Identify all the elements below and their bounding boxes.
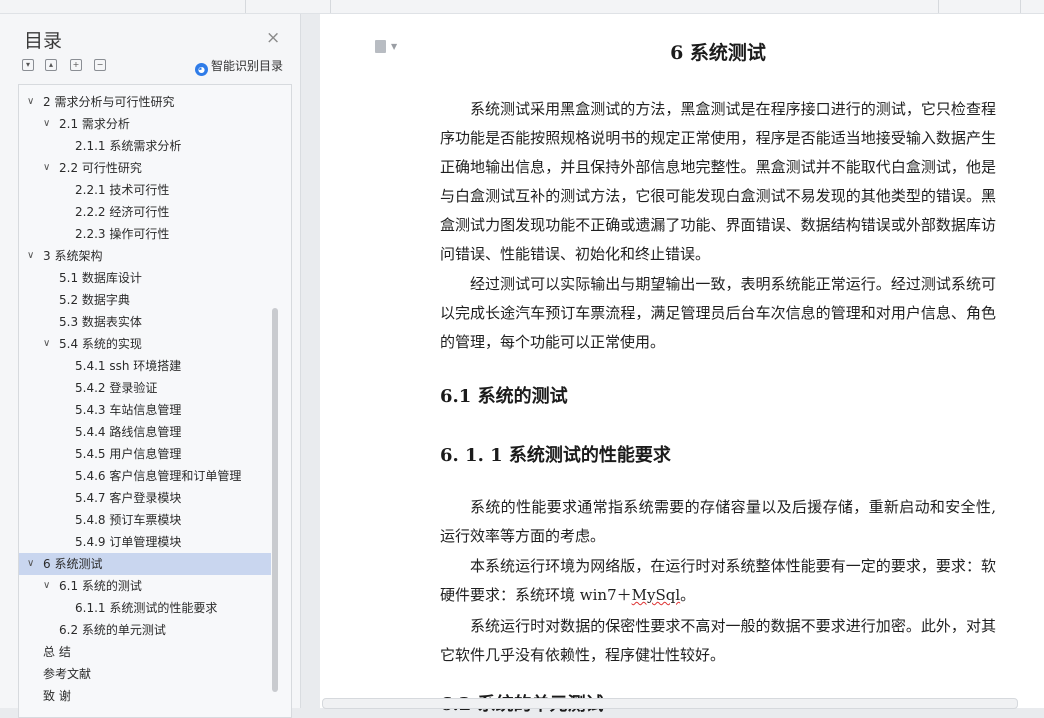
ruler-tick xyxy=(245,0,246,13)
collapse-all-button[interactable]: ▾ xyxy=(22,59,34,71)
toc-item[interactable]: 致 谢 xyxy=(19,685,271,707)
paragraph-2: 经过测试可以实际输出与期望输出一致，表明系统能正常运行。经过测试系统可以完成长途… xyxy=(440,275,996,351)
paragraph-4-text: 本系统运行环境为网络版，在运行时对系统整体性能要有一定的要求，要求：软硬件要求：… xyxy=(440,557,996,604)
ruler-tick xyxy=(1020,0,1021,13)
toc-item[interactable]: 5.4.4 路线信息管理 xyxy=(19,421,271,443)
toc-item-label: 5.4.1 ssh 环境搭建 xyxy=(75,359,182,373)
toc-item-label: 6 系统测试 xyxy=(43,557,103,571)
toc-item[interactable]: 参考文献 xyxy=(19,663,271,685)
chevron-down-icon[interactable]: ∨ xyxy=(27,245,34,267)
toc-item-label: 2.2.3 操作可行性 xyxy=(75,227,170,241)
close-icon[interactable]: × xyxy=(266,28,280,48)
paragraph-5: 系统运行时对数据的保密性要求不高对一般的数据不要求进行加密。此外，对其它软件几乎… xyxy=(440,617,996,664)
smart-toc-label: 智能识别目录 xyxy=(211,59,284,73)
toc-item-label: 5.2 数据字典 xyxy=(59,293,130,307)
paragraph-3: 系统的性能要求通常指系统需要的存储容量以及后援存储，重新启动和安全性,运行效率等… xyxy=(440,498,996,545)
toc-item-label: 2.2 可行性研究 xyxy=(59,161,142,175)
toc-item-label: 致 谢 xyxy=(43,689,71,703)
chevron-down-icon[interactable]: ∨ xyxy=(43,113,50,135)
toc-item[interactable]: ∨ 3 系统架构 xyxy=(19,245,271,267)
toc-item[interactable]: 5.4.1 ssh 环境搭建 xyxy=(19,355,271,377)
chevron-down-icon[interactable]: ∨ xyxy=(27,553,34,575)
toc-scrollbar[interactable] xyxy=(272,308,278,692)
toc-item-label: 5.1 数据库设计 xyxy=(59,271,142,285)
toc-item[interactable]: 5.3 数据表实体 xyxy=(19,311,271,333)
toc-item[interactable]: 5.4.8 预订车票模块 xyxy=(19,509,271,531)
chevron-down-icon[interactable]: ∨ xyxy=(43,575,50,597)
spellcheck-word[interactable]: MySql xyxy=(632,586,681,604)
toc-item-label: 5.4.4 路线信息管理 xyxy=(75,425,182,439)
toc-item-label: 2.1.1 系统需求分析 xyxy=(75,139,182,153)
toc-item-label: 5.4.3 车站信息管理 xyxy=(75,403,182,417)
chevron-down-icon[interactable]: ∨ xyxy=(43,333,50,355)
toc-item[interactable]: ∨ 5.4 系统的实现 xyxy=(19,333,271,355)
toc-item[interactable]: 5.4.9 订单管理模块 xyxy=(19,531,271,553)
toc-item[interactable]: 5.4.5 用户信息管理 xyxy=(19,443,271,465)
toc-item-label: 2.2.2 经济可行性 xyxy=(75,205,170,219)
toc-item[interactable]: 2.2.3 操作可行性 xyxy=(19,223,271,245)
toc-item[interactable]: ∨ 2.1 需求分析 xyxy=(19,113,271,135)
paragraph-1: 系统测试采用黑盒测试的方法，黑盒测试是在程序接口进行的测试，它只检查程序功能是否… xyxy=(440,100,996,263)
toc-item[interactable]: 5.4.7 客户登录模块 xyxy=(19,487,271,509)
toc-item-label: 3 系统架构 xyxy=(43,249,103,263)
toc-item-label: 5.4.7 客户登录模块 xyxy=(75,491,182,505)
toc-navigation-pane: 目录 × ▾ ▴ + − ◕ 智能识别目录 ∨ 2 需求分析与可行性研究 ∨ 2.1 需… xyxy=(0,14,301,718)
toc-item[interactable]: 5.4.3 车站信息管理 xyxy=(19,399,271,421)
toc-item-label: 参考文献 xyxy=(43,667,92,681)
ruler-tick xyxy=(330,0,331,13)
section-heading-6-1: 6.1 系统的测试 xyxy=(440,386,568,407)
section-heading-6-1-1: 6. 1. 1 系统测试的性能要求 xyxy=(440,445,671,466)
toc-item-label: 2 需求分析与可行性研究 xyxy=(43,95,175,109)
toc-item-label: 5.4.8 预订车票模块 xyxy=(75,513,182,527)
toc-item-label: 2.2.1 技术可行性 xyxy=(75,183,170,197)
toc-item-label: 5.3 数据表实体 xyxy=(59,315,142,329)
chapter-heading: 6 系统测试 xyxy=(670,42,766,64)
paragraph-4-end: 。 xyxy=(680,586,696,604)
toc-item[interactable]: 5.2 数据字典 xyxy=(19,289,271,311)
remove-heading-button[interactable]: − xyxy=(94,59,106,71)
toc-item-label: 6.2 系统的单元测试 xyxy=(59,623,166,637)
toc-item[interactable]: 5.4.2 登录验证 xyxy=(19,377,271,399)
toc-item-label: 5.4 系统的实现 xyxy=(59,337,142,351)
toc-item[interactable]: 5.4.6 客户信息管理和订单管理 xyxy=(19,465,271,487)
toc-item[interactable]: ∨ 6.1 系统的测试 xyxy=(19,575,271,597)
chevron-down-icon[interactable]: ∨ xyxy=(43,157,50,179)
toc-item[interactable]: 2.1.1 系统需求分析 xyxy=(19,135,271,157)
window-top-bar xyxy=(0,0,1044,14)
document-page: ▼ 6 系统测试 系统测试采用黑盒测试的方法，黑盒测试是在程序接口进行的测试，它… xyxy=(320,14,1044,715)
toc-item-label: 5.4.2 登录验证 xyxy=(75,381,158,395)
toc-item-label: 5.4.5 用户信息管理 xyxy=(75,447,182,461)
horizontal-scrollbar[interactable] xyxy=(322,698,1018,709)
ruler-tick xyxy=(938,0,939,13)
toc-item-label: 总 结 xyxy=(43,645,71,659)
add-heading-button[interactable]: + xyxy=(70,59,82,71)
toc-item-label: 2.1 需求分析 xyxy=(59,117,130,131)
toc-item[interactable]: ∨ 2.2 可行性研究 xyxy=(19,157,271,179)
toc-item-label: 6.1 系统的测试 xyxy=(59,579,142,593)
toc-item[interactable]: 5.1 数据库设计 xyxy=(19,267,271,289)
chevron-down-icon[interactable]: ∨ xyxy=(27,91,34,113)
toc-item[interactable]: 总 结 xyxy=(19,641,271,663)
toc-item[interactable]: 6.2 系统的单元测试 xyxy=(19,619,271,641)
toc-item[interactable]: 6.1.1 系统测试的性能要求 xyxy=(19,597,271,619)
toc-item-label: 6.1.1 系统测试的性能要求 xyxy=(75,601,218,615)
toc-title: 目录 xyxy=(24,30,63,52)
paragraph-4: 本系统运行环境为网络版，在运行时对系统整体性能要有一定的要求，要求：软硬件要求：… xyxy=(440,552,996,610)
expand-up-button[interactable]: ▴ xyxy=(45,59,57,71)
toc-item[interactable]: 2.2.1 技术可行性 xyxy=(19,179,271,201)
toc-item[interactable]: 2.2.2 经济可行性 xyxy=(19,201,271,223)
toc-item-label: 5.4.6 客户信息管理和订单管理 xyxy=(75,469,242,483)
ai-icon: ◕ xyxy=(195,63,208,76)
toc-item[interactable]: ∨ 2 需求分析与可行性研究 xyxy=(19,91,271,113)
toc-item[interactable]: ∨ 6 系统测试 xyxy=(19,553,271,575)
smart-toc-button[interactable]: ◕ 智能识别目录 xyxy=(195,57,283,76)
toc-item-label: 5.4.9 订单管理模块 xyxy=(75,535,182,549)
toc-list[interactable]: ∨ 2 需求分析与可行性研究 ∨ 2.1 需求分析 2.1.1 系统需求分析 ∨ 2.2 可… xyxy=(18,84,292,718)
